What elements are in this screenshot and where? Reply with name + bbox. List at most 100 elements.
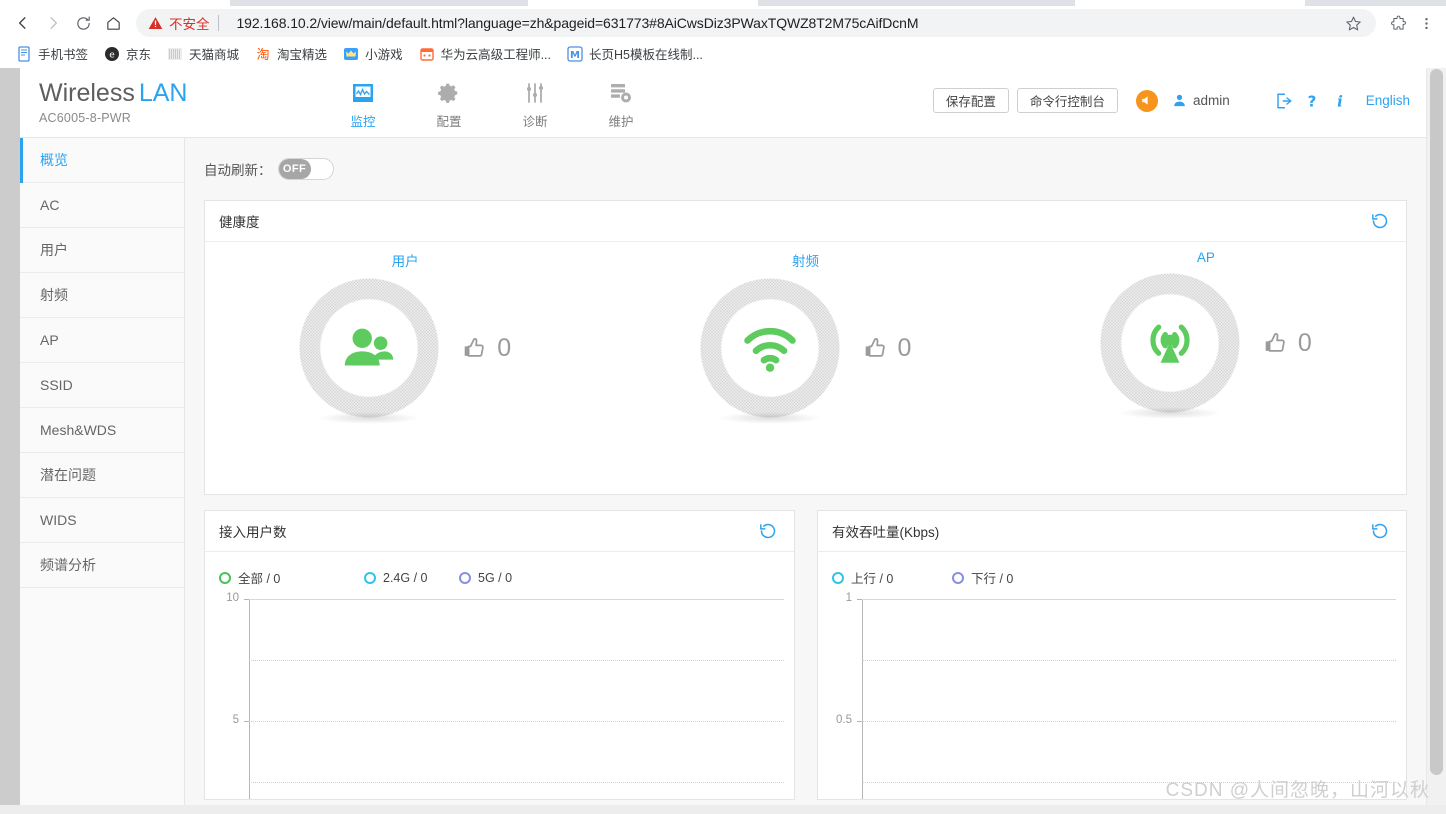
tab-monitor[interactable]: 监控	[320, 76, 406, 130]
bookmark-item[interactable]: 小游戏	[335, 41, 411, 66]
gridline	[862, 721, 1396, 722]
bookmark-label: 华为云高级工程师...	[440, 48, 551, 62]
sidebar-item-mesh-wds[interactable]: Mesh&WDS	[20, 408, 184, 453]
logout-icon[interactable]	[1270, 89, 1298, 113]
alarm-bell-icon[interactable]	[1135, 89, 1158, 112]
legend-label-uplink: 上行 / 0	[851, 572, 894, 586]
bookmark-item[interactable]: 天猫商城	[159, 41, 247, 66]
sidebar-item-spectrum-analysis[interactable]: 频谱分析	[20, 543, 184, 588]
gridline	[862, 660, 1396, 661]
bookmark-item[interactable]: e 京东	[96, 41, 159, 66]
bookmark-label: 手机书签	[38, 48, 89, 62]
bookmark-item[interactable]: 手机书签	[8, 41, 96, 66]
address-bar[interactable]: 不安全 192.168.10.2/view/main/default.html?…	[136, 9, 1376, 37]
thumbs-up-icon	[461, 335, 487, 361]
health-item-label: 射频	[791, 254, 819, 269]
tab-maintenance[interactable]: 维护	[578, 76, 664, 130]
auto-refresh-row: 自动刷新： OFF	[185, 138, 1426, 180]
legend-label-all: 全部 / 0	[238, 572, 281, 586]
legend-item-5g[interactable]: 5G / 0	[459, 571, 512, 585]
help-icon[interactable]: ?	[1298, 89, 1326, 113]
radio-score-value: 0	[897, 333, 912, 362]
browser-menu-icon[interactable]	[1412, 9, 1440, 37]
gridline	[249, 782, 784, 783]
watermark: CSDN @人间忽晚，山河以秋	[1165, 780, 1430, 801]
header-actions: 保存配置 命令行控制台 admin ? i English	[932, 88, 1414, 113]
sidebar-item-ssid[interactable]: SSID	[20, 363, 184, 408]
language-switch[interactable]: English	[1366, 93, 1410, 108]
m-icon: M	[567, 45, 583, 62]
users-icon	[299, 278, 439, 418]
y-tick-label: 1	[845, 592, 852, 604]
save-config-button[interactable]: 保存配置	[932, 88, 1009, 113]
sidebar-item-users[interactable]: 用户	[20, 228, 184, 273]
auto-refresh-toggle[interactable]: OFF	[277, 158, 334, 180]
forward-button[interactable]	[38, 8, 68, 38]
svg-text:e: e	[109, 50, 115, 60]
sidebar-item-label: 射频	[40, 287, 68, 303]
scrollbar-thumb[interactable]	[1430, 69, 1443, 775]
sidebar-item-overview[interactable]: 概览	[20, 138, 184, 183]
gridline-top	[862, 599, 1396, 600]
refresh-icon[interactable]	[758, 521, 778, 541]
svg-text:淘: 淘	[257, 48, 270, 62]
bookmark-item[interactable]: M 长页H5模板在线制...	[559, 41, 711, 66]
cli-console-button[interactable]: 命令行控制台	[1016, 88, 1118, 113]
security-status[interactable]: 不安全	[136, 9, 237, 37]
refresh-icon[interactable]	[1370, 211, 1390, 231]
health-card-title: 健康度	[219, 215, 260, 230]
health-card-header: 健康度	[205, 201, 1406, 242]
user-chip[interactable]: admin	[1172, 93, 1230, 108]
legend-item-all[interactable]: 全部 / 0	[219, 568, 364, 587]
monitor-icon	[350, 80, 376, 106]
app-header: Wireless LAN AC6005-8-PWR 监控 配置 诊断 维护 保存…	[20, 68, 1426, 138]
back-button[interactable]	[8, 8, 38, 38]
reload-button[interactable]	[68, 8, 98, 38]
sidebar-item-radio[interactable]: 射频	[20, 273, 184, 318]
throughput-chart-legend: 上行 / 0 下行 / 0	[818, 552, 1406, 587]
sidebar-item-potential-issues[interactable]: 潜在问题	[20, 453, 184, 498]
ap-gauge	[1099, 273, 1240, 419]
info-icon[interactable]: i	[1326, 89, 1354, 113]
refresh-icon[interactable]	[1370, 521, 1390, 541]
url-text[interactable]: 192.168.10.2/view/main/default.html?lang…	[237, 15, 1341, 31]
gear-icon	[436, 80, 462, 106]
radio-score: 0	[862, 333, 912, 363]
users-score: 0	[461, 334, 511, 363]
crown-icon	[344, 47, 359, 60]
users-chart-title: 接入用户数	[219, 525, 287, 540]
svg-text:?: ?	[1307, 92, 1316, 110]
legend-label-24g: 2.4G / 0	[383, 570, 428, 585]
extensions-puzzle-icon[interactable]	[1384, 9, 1412, 37]
gridline-top	[249, 599, 784, 600]
wlan-app: Wireless LAN AC6005-8-PWR 监控 配置 诊断 维护 保存…	[20, 68, 1426, 814]
health-item-label: 用户	[391, 254, 419, 269]
tab-maintenance-label: 维护	[608, 115, 634, 129]
home-button[interactable]	[98, 8, 128, 38]
sidebar: 概览 AC 用户 射频 AP SSID Mesh&WDS 潜在问题 WIDS 频…	[20, 138, 185, 814]
legend-item-downlink[interactable]: 下行 / 0	[952, 568, 1013, 587]
header-nav-tabs: 监控 配置 诊断 维护	[320, 76, 664, 130]
legend-item-24g[interactable]: 2.4G / 0	[364, 571, 459, 585]
legend-item-uplink[interactable]: 上行 / 0	[832, 568, 952, 587]
sidebar-item-ap[interactable]: AP	[20, 318, 184, 363]
bookmark-star-icon[interactable]	[1340, 10, 1366, 36]
health-card: 健康度 用户 0 射频 0 AP 0	[204, 200, 1407, 495]
bookmark-item[interactable]: 华为云高级工程师...	[411, 41, 559, 66]
browser-toolbar: 不安全 192.168.10.2/view/main/default.html?…	[0, 6, 1446, 40]
tab-config[interactable]: 配置	[406, 76, 492, 130]
page-scrollbar[interactable]	[1426, 68, 1446, 814]
bookmark-item[interactable]: 淘 淘宝精选	[247, 41, 335, 66]
gridline	[249, 660, 784, 661]
sidebar-item-label: 用户	[40, 242, 68, 258]
jd-icon: e	[105, 46, 120, 61]
window-bottom-band	[0, 805, 1446, 814]
ap-score: 0	[1262, 329, 1312, 358]
sidebar-item-wids[interactable]: WIDS	[20, 498, 184, 543]
health-item-ap: AP 0	[1006, 242, 1406, 495]
sidebar-item-ac[interactable]: AC	[20, 183, 184, 228]
legend-label-5g: 5G / 0	[478, 570, 513, 585]
sidebar-item-label: AC	[40, 197, 60, 213]
tab-diagnosis[interactable]: 诊断	[492, 76, 578, 130]
brand: Wireless LAN AC6005-8-PWR	[39, 78, 187, 125]
